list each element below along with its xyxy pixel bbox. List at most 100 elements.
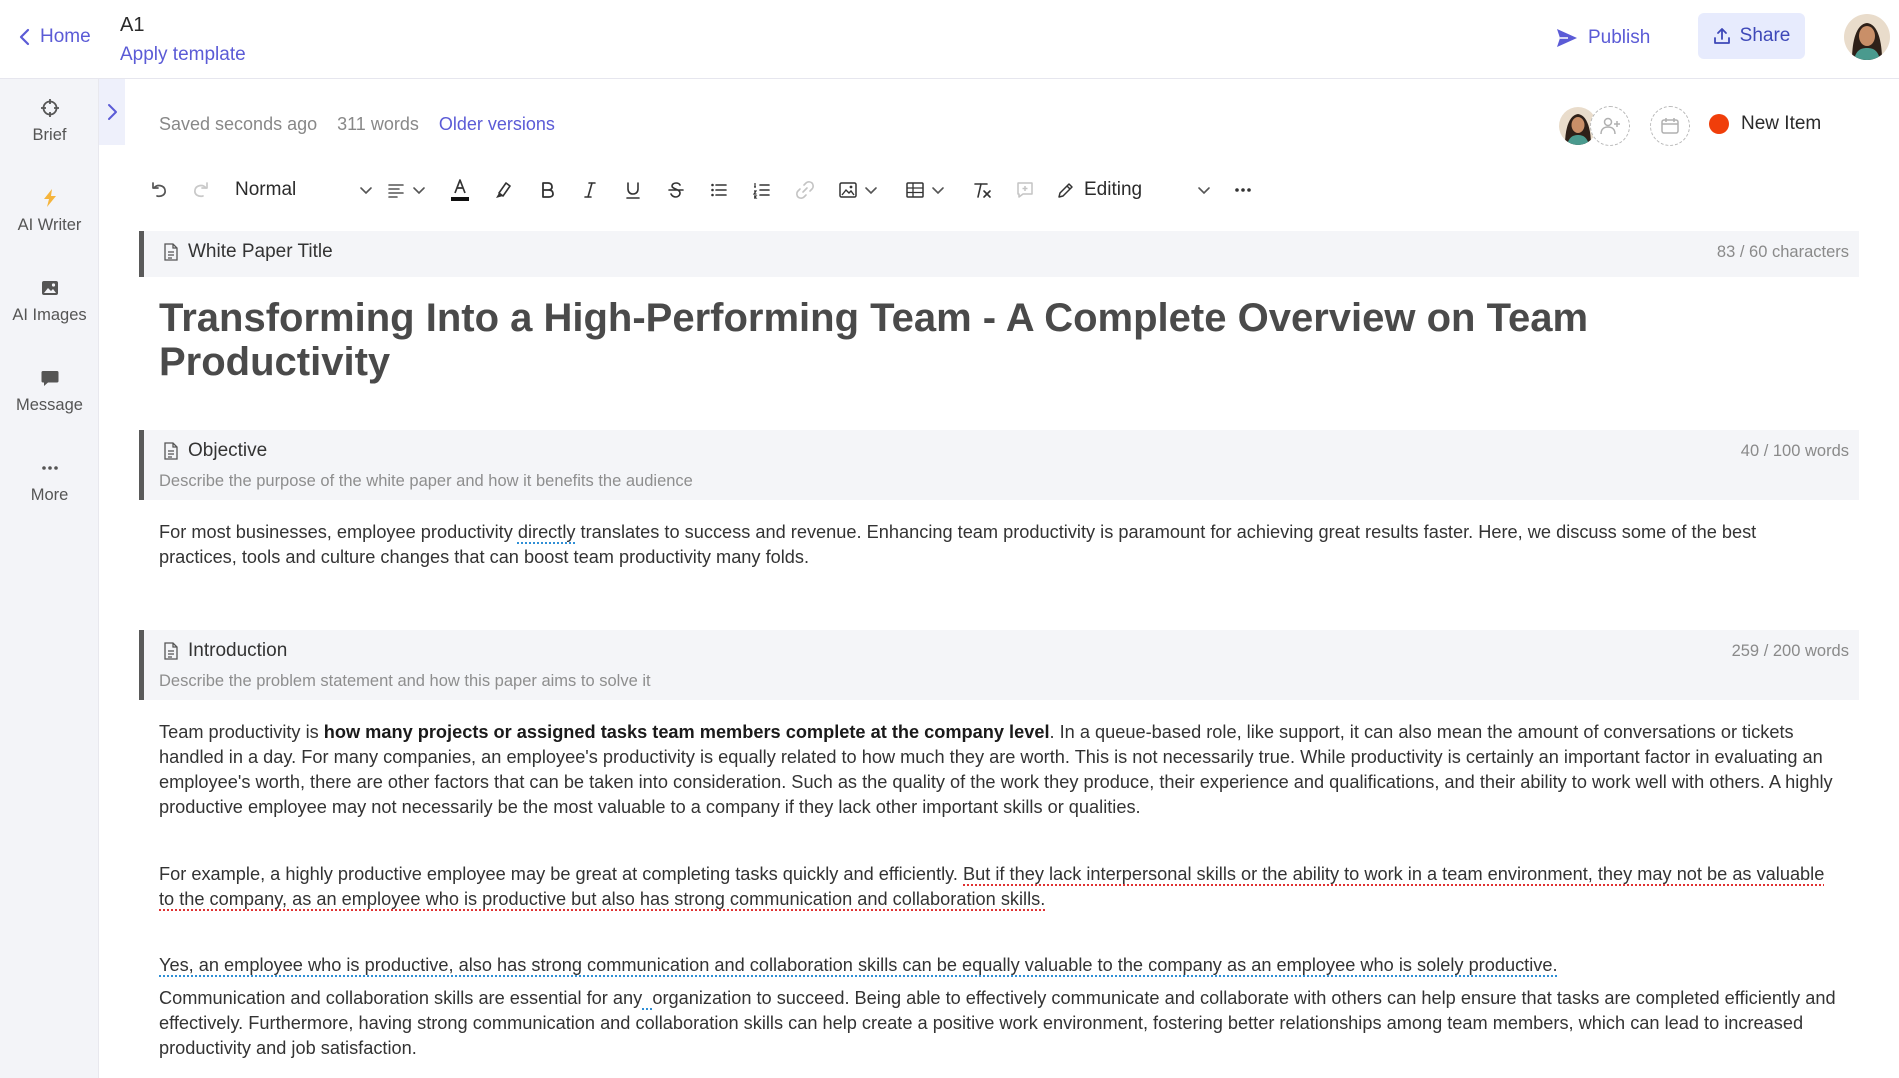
section-label: Introduction: [164, 640, 287, 662]
bullet-list-button[interactable]: [707, 176, 731, 204]
upload-icon: [1713, 28, 1730, 44]
older-versions-link[interactable]: Older versions: [439, 114, 555, 135]
undo-button[interactable]: [148, 176, 170, 204]
section-label: White Paper Title: [164, 241, 333, 263]
home-link[interactable]: Home: [18, 26, 91, 48]
link-button[interactable]: [793, 176, 817, 204]
bold-text-run: how many projects or assigned tasks team…: [323, 722, 1050, 742]
text-color-button[interactable]: [448, 176, 472, 204]
numbered-list-button[interactable]: [750, 176, 774, 204]
undo-icon: [152, 182, 166, 198]
share-label: Share: [1739, 25, 1791, 46]
editing-mode-value: Editing: [1084, 179, 1143, 200]
chevron-down-icon: [360, 187, 372, 195]
sidebar-item-label: Brief: [32, 126, 67, 144]
clear-formatting-button[interactable]: [970, 176, 994, 204]
clear-format-icon: [974, 183, 991, 198]
image-icon: [41, 281, 58, 295]
text-style-value: Normal: [235, 179, 297, 200]
more-dots-icon: [41, 466, 58, 470]
grammar-flag[interactable]: directly: [518, 522, 576, 542]
strikethrough-icon: [668, 182, 684, 198]
redo-button[interactable]: [190, 176, 212, 204]
add-collaborator-button[interactable]: [1590, 106, 1630, 146]
sidebar-item-ai-images[interactable]: AI Images: [0, 278, 99, 325]
apply-template-link[interactable]: Apply template: [120, 44, 246, 66]
status-dot: [1709, 114, 1729, 134]
introduction-paragraph-4[interactable]: Communication and collaboration skills a…: [159, 986, 1839, 1061]
sidebar-item-label: AI Writer: [17, 216, 82, 234]
document-icon: [164, 642, 178, 660]
italic-button[interactable]: [578, 176, 602, 204]
underline-button[interactable]: [621, 176, 645, 204]
workflow-status-label: New Item: [1741, 113, 1822, 134]
more-options-button[interactable]: [1228, 176, 1258, 204]
chevron-down-icon: [932, 187, 944, 195]
document-icon: [164, 243, 178, 261]
introduction-paragraph-2[interactable]: For example, a highly productive employe…: [159, 862, 1839, 912]
editing-mode-dropdown[interactable]: Editing: [1056, 176, 1211, 204]
section-introduction-label: Introduction: [188, 640, 288, 661]
introduction-paragraph-1[interactable]: Team productivity is how many projects o…: [159, 720, 1839, 820]
character-count: 83 / 60 characters: [1716, 243, 1849, 261]
user-avatar[interactable]: [1844, 14, 1890, 60]
highlighter-icon: [496, 182, 511, 198]
chat-icon: [41, 371, 58, 386]
underline-icon: [626, 182, 640, 199]
grammar-flag[interactable]: [642, 988, 652, 1008]
bullet-list-icon: [711, 183, 727, 197]
lightning-icon: [43, 189, 56, 207]
word-count-objective: 40 / 100 words: [1740, 442, 1849, 460]
document-status-row: Saved seconds ago 311 words Older versio…: [159, 114, 555, 135]
share-button[interactable]: Share: [1698, 13, 1805, 59]
comment-add-icon: [1017, 182, 1033, 198]
home-label: Home: [40, 26, 91, 47]
insert-table-dropdown[interactable]: [903, 176, 947, 204]
chevron-down-icon: [865, 187, 877, 195]
introduction-paragraph-3[interactable]: Yes, an employee who is productive, also…: [159, 953, 1839, 978]
insert-image-dropdown[interactable]: [836, 176, 880, 204]
left-sidebar: Brief AI Writer AI Images Message More: [0, 79, 99, 1078]
text-run: For most businesses, employee productivi…: [159, 522, 518, 542]
chevron-down-icon: [413, 187, 425, 195]
sidebar-item-label: Message: [16, 396, 83, 414]
sidebar-item-brief[interactable]: Brief: [0, 98, 99, 145]
text-run: Communication and collaboration skills a…: [159, 988, 643, 1008]
sidebar-item-more[interactable]: More: [0, 458, 99, 505]
section-objective-label: Objective: [188, 440, 268, 461]
section-title-label: White Paper Title: [188, 241, 333, 262]
top-bar: Home A1 Apply template Publish Share: [0, 0, 1899, 79]
calendar-icon: [1661, 118, 1679, 134]
text-run: Team productivity is: [159, 722, 324, 742]
grammar-flag[interactable]: Yes, an employee who is productive, also…: [159, 955, 1558, 975]
add-comment-button[interactable]: [1013, 176, 1037, 204]
strikethrough-button[interactable]: [664, 176, 688, 204]
sidebar-expand-toggle[interactable]: [99, 79, 125, 145]
redo-icon: [194, 182, 208, 198]
sidebar-item-label: More: [30, 486, 69, 504]
sidebar-item-ai-writer[interactable]: AI Writer: [0, 188, 99, 235]
document-heading[interactable]: Transforming Into a High-Performing Team…: [159, 296, 1679, 384]
workflow-status[interactable]: New Item: [1709, 113, 1821, 135]
section-header-introduction: Introduction 259 / 200 words Describe th…: [139, 630, 1859, 700]
text-color-icon: [451, 179, 469, 201]
avatar-image: [1844, 14, 1890, 60]
section-label: Objective: [164, 440, 267, 462]
word-count-introduction: 259 / 200 words: [1731, 642, 1849, 660]
section-header-title: White Paper Title 83 / 60 characters: [139, 231, 1859, 277]
saved-status: Saved seconds ago: [159, 114, 318, 134]
text-style-dropdown[interactable]: Normal: [235, 176, 373, 204]
align-left-icon: [388, 184, 404, 198]
bold-button[interactable]: [535, 176, 559, 204]
schedule-button[interactable]: [1650, 106, 1690, 146]
chevron-down-icon: [1198, 187, 1210, 195]
sidebar-item-message[interactable]: Message: [0, 368, 99, 415]
document-title[interactable]: A1: [120, 14, 144, 37]
objective-paragraph[interactable]: For most businesses, employee productivi…: [159, 520, 1839, 570]
italic-icon: [584, 182, 596, 198]
highlight-button[interactable]: [491, 176, 515, 204]
align-dropdown[interactable]: [383, 176, 429, 204]
publish-button[interactable]: Publish: [1556, 20, 1650, 56]
link-icon: [796, 181, 814, 199]
chevron-left-icon: [19, 28, 30, 46]
